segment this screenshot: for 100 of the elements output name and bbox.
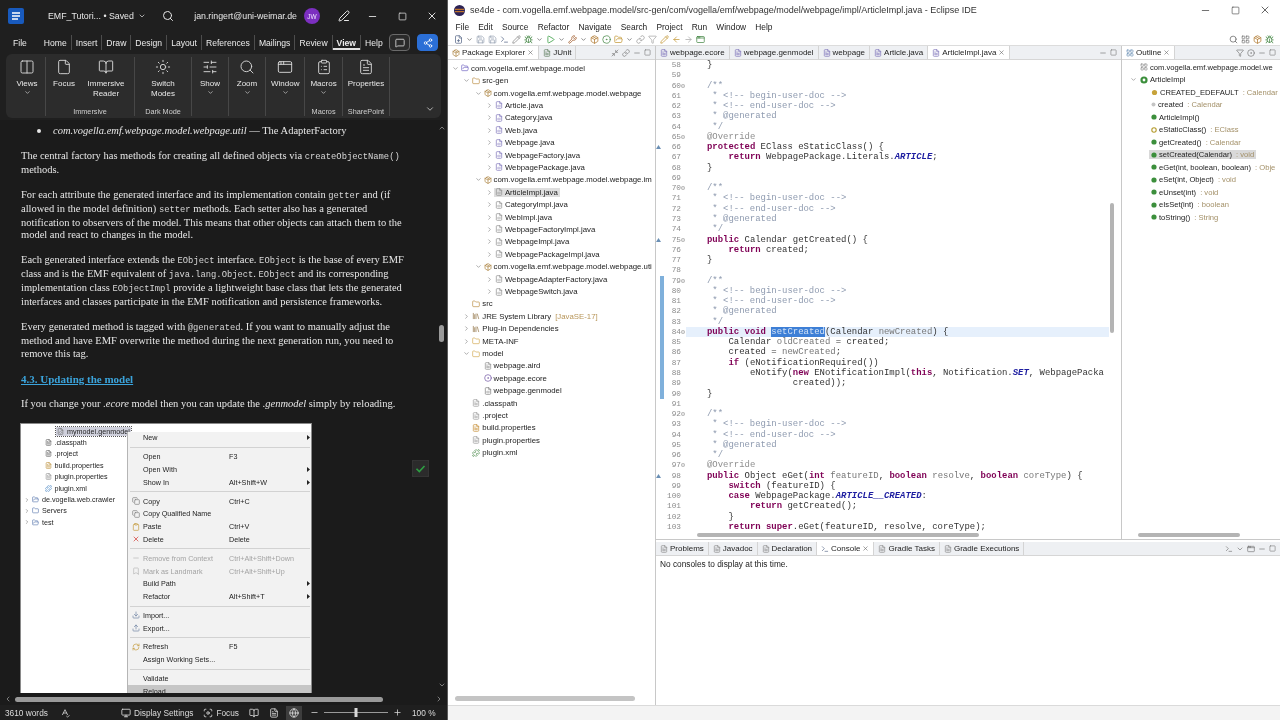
focus-button[interactable]: Focus xyxy=(200,705,242,720)
spell-check-icon[interactable] xyxy=(59,707,70,718)
ribbon-tab[interactable]: Insert xyxy=(70,35,102,50)
expand-chevron-icon[interactable] xyxy=(463,350,471,358)
close-icon[interactable] xyxy=(1163,49,1171,56)
maximize-icon[interactable] xyxy=(1110,49,1117,56)
menu-item[interactable]: Source xyxy=(497,20,534,33)
ribbon-tab[interactable]: Mailings xyxy=(253,35,295,50)
pane-tab[interactable]: Javadoc xyxy=(708,542,758,555)
ribbon-tab[interactable]: Review xyxy=(294,35,332,50)
collapse-ribbon-icon[interactable] xyxy=(425,104,435,114)
ribbon-tab[interactable]: File xyxy=(8,35,31,50)
terminal-icon[interactable] xyxy=(1225,544,1233,553)
ribbon-tab[interactable]: Home xyxy=(38,35,71,50)
expand-chevron-icon[interactable] xyxy=(485,114,493,122)
shrink-arrows-icon[interactable] xyxy=(611,48,619,57)
expand-chevron-icon[interactable] xyxy=(485,151,493,159)
pane-tab[interactable]: Console xyxy=(817,542,875,555)
expand-chevron-icon[interactable] xyxy=(485,213,493,221)
link-icon[interactable] xyxy=(636,34,645,44)
close-icon[interactable] xyxy=(998,49,1006,56)
editor-tab[interactable]: webpage.ecore xyxy=(656,46,730,59)
ribbon-tab[interactable]: Layout xyxy=(166,35,201,50)
ribbon-button[interactable]: Immersive Reader xyxy=(80,57,132,98)
expand-chevron-icon[interactable] xyxy=(485,163,493,171)
expand-chevron-icon[interactable] xyxy=(463,325,471,333)
window-icon[interactable] xyxy=(1247,544,1255,553)
menu-item[interactable]: File xyxy=(451,20,474,33)
expand-chevron-icon[interactable] xyxy=(463,337,471,345)
expand-chevron-icon[interactable] xyxy=(485,101,493,109)
pane-tab[interactable]: Package Explorer xyxy=(448,46,540,59)
ribbon-button[interactable]: Zoom xyxy=(231,57,263,96)
ribbon-tab[interactable]: References xyxy=(200,35,254,50)
filter-icon[interactable] xyxy=(648,34,657,44)
document-title[interactable]: EMF_Tutori... • Saved xyxy=(48,11,134,21)
pane-tab[interactable]: Gradle Executions xyxy=(939,542,1025,555)
scroll-left-icon[interactable] xyxy=(4,695,12,703)
file-plus-icon[interactable] xyxy=(454,34,463,44)
package-icon[interactable] xyxy=(590,34,599,44)
expand-chevron-icon[interactable] xyxy=(474,263,482,271)
maximize-icon[interactable] xyxy=(1269,49,1276,56)
fold-icon[interactable] xyxy=(681,135,685,139)
grid-icon[interactable] xyxy=(1241,34,1250,44)
expand-chevron-icon[interactable] xyxy=(474,89,482,97)
pencil-icon[interactable] xyxy=(512,34,521,44)
menu-item[interactable]: Refactor xyxy=(533,20,574,33)
ribbon-tab[interactable]: Design xyxy=(130,35,167,50)
pane-tab[interactable]: Outline xyxy=(1122,46,1176,59)
ribbon-button[interactable]: Switch Modes xyxy=(137,57,189,98)
comments-button[interactable] xyxy=(389,34,410,51)
pane-tab[interactable]: Gradle Tasks xyxy=(874,542,940,555)
bug-icon[interactable] xyxy=(1265,34,1274,44)
editor-tab[interactable]: webpage xyxy=(818,46,871,59)
expand-chevron-icon[interactable] xyxy=(485,201,493,209)
scroll-up-icon[interactable] xyxy=(437,124,446,132)
menu-item[interactable]: Edit xyxy=(473,20,498,33)
expand-chevron-icon[interactable] xyxy=(485,288,493,295)
share-button[interactable] xyxy=(417,34,438,51)
scrollbar-thumb[interactable] xyxy=(455,696,635,701)
bug-icon[interactable] xyxy=(524,34,533,44)
ribbon-tab[interactable]: Help xyxy=(360,35,387,50)
filter-icon[interactable] xyxy=(1236,48,1244,57)
check-icon[interactable] xyxy=(412,460,429,477)
fold-icon[interactable] xyxy=(681,237,685,242)
menu-item[interactable]: Help xyxy=(750,20,778,33)
editor-tab[interactable]: webpage.genmodel xyxy=(729,46,819,59)
expand-chevron-icon[interactable] xyxy=(485,226,493,233)
search-icon[interactable] xyxy=(162,10,175,22)
window-icon[interactable] xyxy=(696,34,705,44)
fold-icon[interactable] xyxy=(681,330,685,335)
save-icon[interactable] xyxy=(476,34,485,44)
scrollbar-thumb[interactable] xyxy=(439,325,444,342)
scroll-down-icon[interactable] xyxy=(437,681,446,689)
ribbon-button[interactable]: Window xyxy=(268,57,303,96)
ribbon-tab[interactable]: View xyxy=(331,35,361,50)
ribbon-button[interactable]: Macros xyxy=(307,57,340,96)
close-icon[interactable] xyxy=(862,545,870,552)
menu-item[interactable]: Project xyxy=(651,20,688,33)
ribbon-button[interactable]: Show xyxy=(194,57,226,96)
fold-icon[interactable] xyxy=(681,278,685,283)
expand-chevron-icon[interactable] xyxy=(1130,76,1137,84)
target-icon[interactable] xyxy=(602,34,611,44)
expand-chevron-icon[interactable] xyxy=(485,126,493,134)
expand-chevron-icon[interactable] xyxy=(485,250,493,258)
expand-chevron-icon[interactable] xyxy=(485,275,493,283)
caret-icon[interactable] xyxy=(137,12,146,20)
scroll-right-icon[interactable] xyxy=(435,695,443,703)
save-icon[interactable] xyxy=(488,34,497,44)
fold-icon[interactable] xyxy=(681,463,685,468)
scrollbar-thumb[interactable] xyxy=(1138,533,1240,537)
scrollbar-thumb[interactable] xyxy=(1110,203,1114,333)
pane-tab[interactable]: Problems xyxy=(656,542,709,555)
expand-chevron-icon[interactable] xyxy=(485,238,493,246)
slider-thumb[interactable] xyxy=(354,708,358,717)
fold-icon[interactable] xyxy=(681,83,685,88)
fold-icon[interactable] xyxy=(681,186,685,191)
close-icon[interactable] xyxy=(527,49,535,56)
terminal-icon[interactable] xyxy=(500,34,509,44)
menu-item[interactable]: Window xyxy=(711,20,751,33)
arrow-left-icon[interactable] xyxy=(672,34,681,44)
